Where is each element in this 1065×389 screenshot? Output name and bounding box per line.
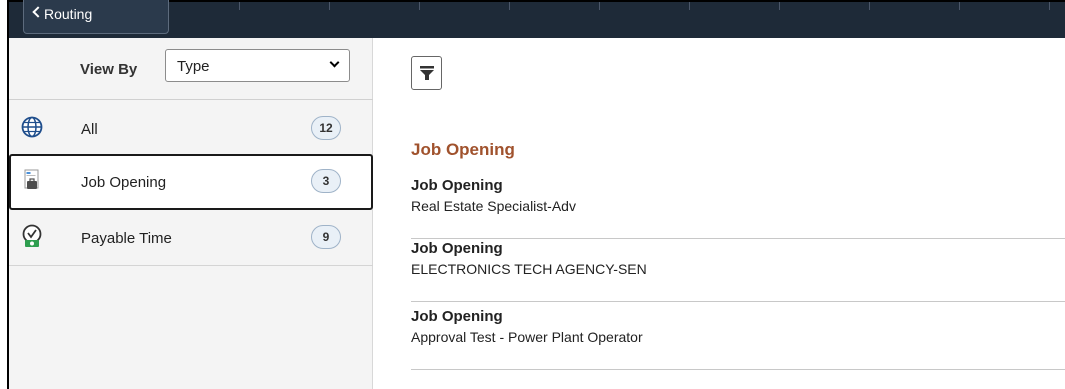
view-by-row: View By Type — [9, 38, 373, 100]
category-item-payable-time[interactable]: Payable Time 9 — [9, 210, 373, 266]
result-item[interactable]: Job Opening Real Estate Specialist-Adv — [411, 177, 1065, 239]
globe-icon — [21, 116, 43, 138]
chevron-left-icon — [32, 6, 44, 18]
filter-button[interactable] — [411, 56, 442, 90]
category-label: Payable Time — [81, 230, 172, 247]
category-label: Job Opening — [81, 174, 167, 191]
category-item-all[interactable]: All 12 — [9, 101, 373, 157]
back-button-label: Routing — [44, 6, 93, 22]
count-badge: 3 — [311, 169, 341, 193]
filter-icon — [420, 66, 434, 80]
top-header-bar: Routing — [9, 0, 1065, 38]
count-badge: 9 — [311, 225, 341, 249]
results-group-heading: Job Opening — [411, 140, 515, 159]
category-sidebar: View By Type All 12 Job Opening 3 Payabl… — [9, 38, 373, 389]
category-label: All — [81, 121, 98, 138]
job-opening-icon — [24, 169, 39, 189]
result-title: Approval Test - Power Plant Operator — [411, 329, 643, 345]
clock-money-icon — [22, 224, 42, 247]
result-title: ELECTRONICS TECH AGENCY-SEN — [411, 261, 647, 277]
result-item[interactable]: Job Opening Approval Test - Power Plant … — [411, 308, 1065, 370]
result-type: Job Opening — [411, 177, 503, 194]
results-panel: Job Opening Job Opening Real Estate Spec… — [374, 38, 1065, 389]
view-by-select[interactable]: Type — [165, 49, 350, 82]
result-item[interactable]: Job Opening ELECTRONICS TECH AGENCY-SEN — [411, 240, 1065, 302]
result-type: Job Opening — [411, 240, 503, 257]
result-type: Job Opening — [411, 308, 503, 325]
back-button[interactable]: Routing — [23, 0, 169, 34]
category-item-job-opening[interactable]: Job Opening 3 — [9, 154, 373, 210]
view-by-selected-value: Type — [177, 58, 210, 75]
view-by-label: View By — [80, 61, 138, 78]
result-title: Real Estate Specialist-Adv — [411, 198, 576, 214]
count-badge: 12 — [311, 116, 341, 140]
chevron-down-icon — [329, 57, 340, 68]
app-frame: Routing View By Type All 12 Job Opening … — [7, 0, 1065, 389]
